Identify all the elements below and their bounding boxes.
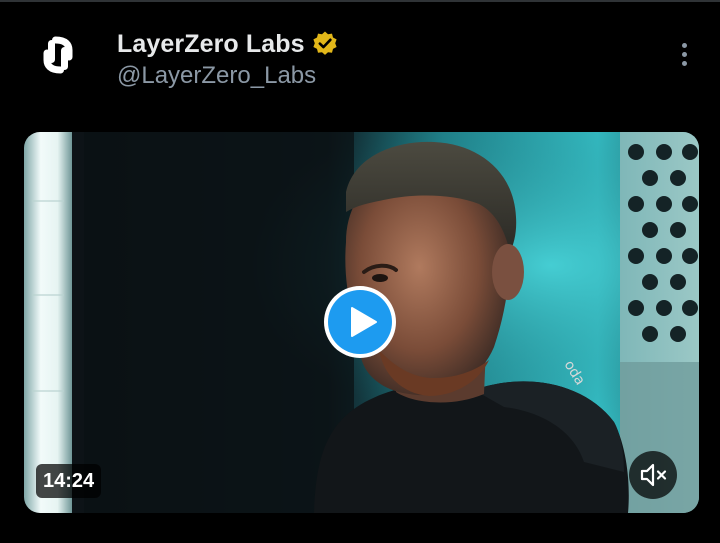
display-name-row: LayerZero Labs <box>117 28 339 60</box>
account-handle[interactable]: @LayerZero_Labs <box>117 62 316 90</box>
more-options-button[interactable] <box>666 38 702 70</box>
volume-muted-icon <box>640 463 667 487</box>
more-vertical-icon-dot <box>681 51 687 57</box>
play-button[interactable] <box>324 286 396 358</box>
display-name[interactable]: LayerZero Labs <box>117 30 305 59</box>
avatar[interactable] <box>24 21 92 89</box>
more-vertical-icon <box>681 42 687 48</box>
play-icon <box>351 307 377 337</box>
video-duration-badge: 14:24 <box>36 464 102 498</box>
layerzero-logo-icon <box>24 21 92 89</box>
video-player[interactable]: oda 14:24 <box>24 132 699 513</box>
gold-verified-badge-icon[interactable] <box>311 30 339 58</box>
post-header: LayerZero Labs @LayerZero_Labs <box>0 0 720 120</box>
volume-toggle-button[interactable] <box>629 451 677 499</box>
more-vertical-icon-dot <box>681 60 687 66</box>
